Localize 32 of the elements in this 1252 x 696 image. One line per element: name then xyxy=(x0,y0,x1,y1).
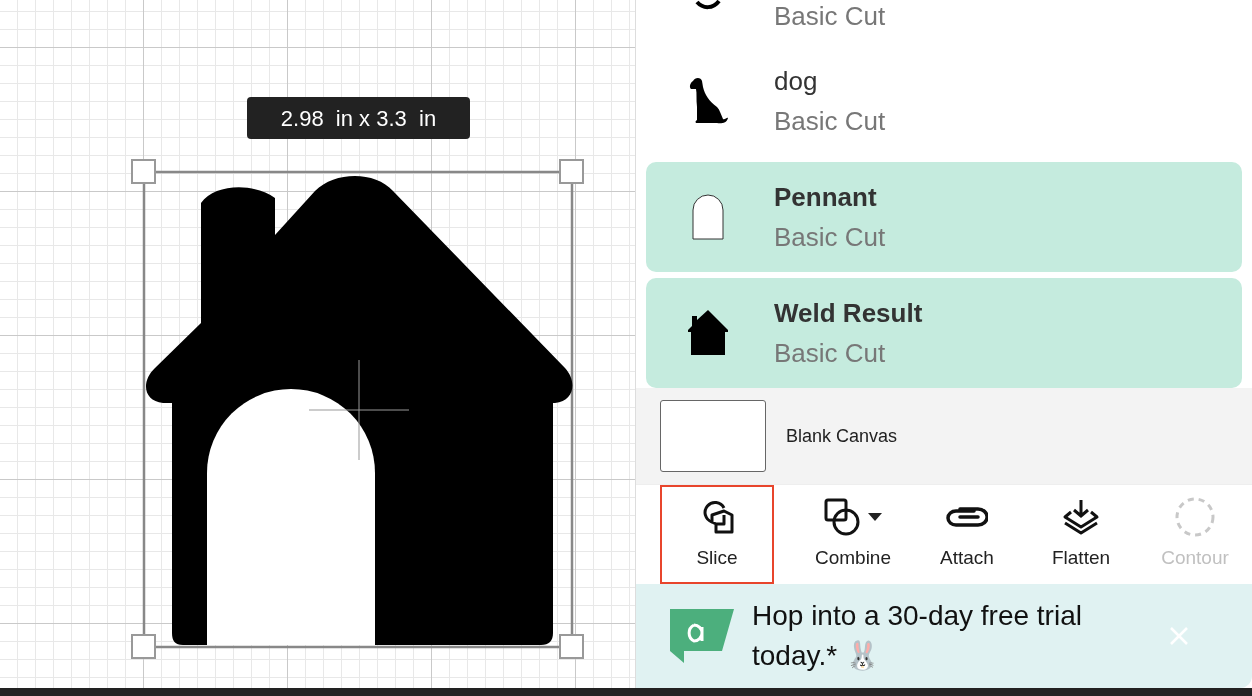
layer-operation: Basic Cut xyxy=(774,0,886,32)
speech-bubble-logo-icon xyxy=(670,609,734,663)
tool-button[interactable]: Attach xyxy=(910,485,1024,584)
arch-shape-icon xyxy=(692,194,724,240)
layer-item[interactable]: Pennant Basic Cut xyxy=(646,162,1242,272)
shape-icon xyxy=(693,0,723,10)
overlapping-shapes-icon xyxy=(824,498,862,537)
resize-handle[interactable] xyxy=(559,634,584,659)
resize-handle[interactable] xyxy=(131,159,156,184)
layer-operation: Basic Cut xyxy=(774,221,886,253)
blank-canvas-label: Blank Canvas xyxy=(786,424,898,448)
dashed-circle-icon xyxy=(1175,497,1215,538)
layer-name: Pennant xyxy=(774,181,878,213)
tool-button[interactable]: Slice xyxy=(660,485,774,584)
dog-icon xyxy=(687,77,729,125)
resize-handle[interactable] xyxy=(131,634,156,659)
layer-operation: Basic Cut xyxy=(774,105,886,137)
blank-canvas-row[interactable]: Blank Canvas xyxy=(636,388,1252,484)
tool-button[interactable]: Flatten xyxy=(1024,485,1138,584)
paperclip-icon xyxy=(946,505,988,530)
layer-item[interactable]: Weld Result Basic Cut xyxy=(646,278,1242,388)
house-icon xyxy=(687,310,729,356)
promo-text: Hop into a 30-day free trial today.* 🐰 xyxy=(752,599,1083,673)
layer-operation: Basic Cut xyxy=(774,337,887,369)
tool-button[interactable]: Combine xyxy=(796,485,910,584)
design-canvas[interactable]: 2.98 in x 3.3 in xyxy=(0,0,636,688)
layer-name: Weld Result xyxy=(774,297,923,329)
crosshair-icon xyxy=(309,360,409,460)
size-tooltip: 2.98 in x 3.3 in xyxy=(247,97,470,139)
layers-download-icon xyxy=(1062,498,1100,537)
resize-handle[interactable] xyxy=(559,159,584,184)
layer-name: dog xyxy=(774,65,819,97)
